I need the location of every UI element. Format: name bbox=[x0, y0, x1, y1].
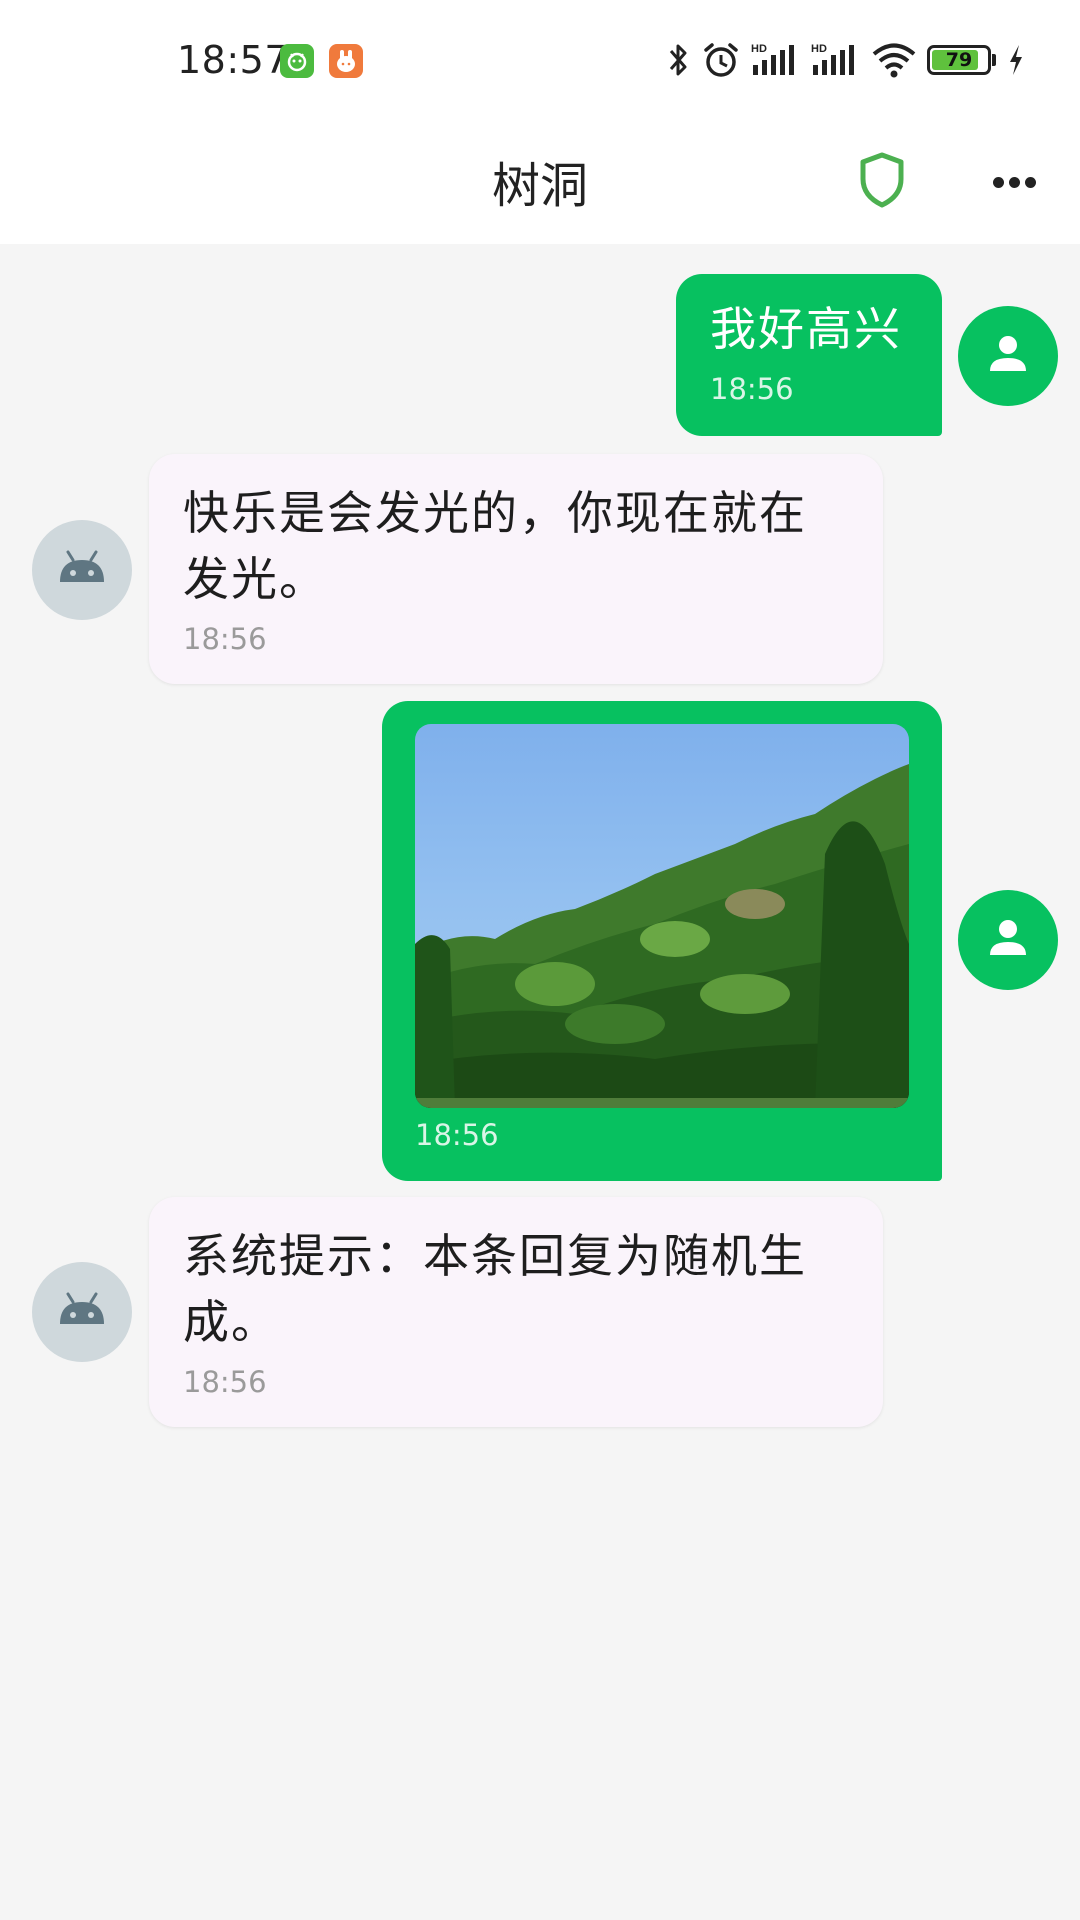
message-bubble-outgoing-image[interactable]: 18:56 bbox=[382, 701, 942, 1181]
message-time: 18:56 bbox=[183, 1365, 267, 1399]
shield-button[interactable] bbox=[852, 138, 912, 226]
charging-icon bbox=[1006, 41, 1026, 79]
shield-icon bbox=[857, 151, 907, 213]
message-text: 快乐是会发光的，你现在就在发光。 bbox=[183, 486, 807, 606]
message-time: 18:56 bbox=[710, 372, 794, 406]
status-bar: 18:57 HD HD 79 bbox=[0, 0, 1080, 120]
android-icon bbox=[54, 1290, 110, 1334]
bot-avatar[interactable] bbox=[32, 1262, 132, 1362]
battery-cap bbox=[992, 54, 996, 66]
signal-hd-icon: HD bbox=[751, 41, 801, 79]
page-title: 树洞 bbox=[491, 158, 588, 214]
message-time: 18:56 bbox=[183, 622, 267, 656]
svg-text:HD: HD bbox=[811, 43, 827, 55]
landscape-photo[interactable] bbox=[415, 724, 909, 1108]
wifi-icon bbox=[871, 41, 917, 79]
bluetooth-icon bbox=[665, 41, 691, 79]
more-icon-dot bbox=[1008, 176, 1020, 188]
message-bubble-incoming[interactable]: 系统提示：本条回复为随机生成。 18:56 bbox=[149, 1197, 883, 1427]
user-avatar[interactable] bbox=[958, 306, 1058, 406]
system-icons: HD HD 79 bbox=[665, 40, 1026, 80]
battery-level: 79 bbox=[945, 49, 973, 71]
message-bubble-outgoing[interactable]: 我好高兴 18:56 bbox=[676, 274, 942, 436]
battery-indicator: 79 bbox=[927, 45, 996, 75]
more-button[interactable] bbox=[980, 138, 1048, 226]
alarm-icon bbox=[701, 41, 741, 79]
message-text: 我好高兴 bbox=[710, 302, 902, 356]
person-icon bbox=[985, 331, 1031, 381]
battery-icon: 79 bbox=[927, 45, 991, 75]
title-bar: 树洞 bbox=[0, 120, 1080, 244]
message-time: 18:56 bbox=[415, 1118, 499, 1152]
app-notification-icon bbox=[280, 44, 314, 78]
signal-hd-icon: HD bbox=[811, 41, 861, 79]
app-notification-icon bbox=[329, 44, 363, 78]
person-icon bbox=[985, 915, 1031, 965]
more-icon bbox=[992, 176, 1004, 188]
chat-list[interactable]: 我好高兴 18:56 快乐是会发光的，你现在就在发光。 18:56 18:56 … bbox=[0, 244, 1080, 1920]
android-icon bbox=[54, 548, 110, 592]
bot-avatar[interactable] bbox=[32, 520, 132, 620]
svg-text:HD: HD bbox=[751, 43, 767, 55]
chat-screen: 18:57 HD HD 79 树洞 我好高兴 18:56 快乐是会发光的，你现在… bbox=[0, 0, 1080, 1920]
more-icon-dot bbox=[1024, 176, 1036, 188]
status-time: 18:57 bbox=[177, 38, 290, 82]
user-avatar[interactable] bbox=[958, 890, 1058, 990]
message-text: 系统提示：本条回复为随机生成。 bbox=[183, 1229, 807, 1349]
message-bubble-incoming[interactable]: 快乐是会发光的，你现在就在发光。 18:56 bbox=[149, 454, 883, 684]
